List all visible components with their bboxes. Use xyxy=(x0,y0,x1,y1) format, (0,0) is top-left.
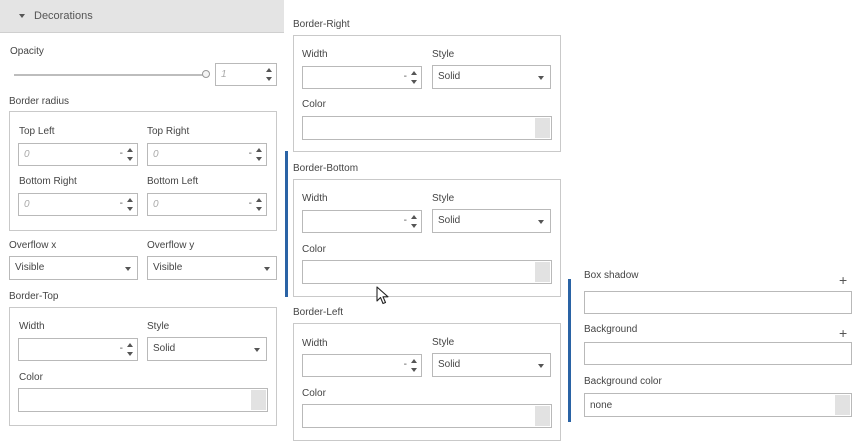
border-right-style-select[interactable]: Solid xyxy=(432,65,551,89)
bottom-right-unit: - xyxy=(119,198,123,209)
chevron-down-icon xyxy=(125,267,131,271)
border-bottom-style-select[interactable]: Solid xyxy=(432,209,551,233)
border-right-width-label: Width xyxy=(302,49,328,60)
bottom-left-input[interactable]: 0 - xyxy=(147,193,267,216)
border-left-width-input[interactable]: - xyxy=(302,354,422,377)
border-right-width-stepper[interactable] xyxy=(411,70,418,85)
bottom-left-unit: - xyxy=(248,198,252,209)
border-bottom-color-swatch[interactable] xyxy=(535,262,550,282)
bottom-left-stepper[interactable] xyxy=(256,197,263,212)
background-color-input[interactable]: none xyxy=(584,393,852,417)
border-right-width-input[interactable]: - xyxy=(302,66,422,89)
border-radius-label: Border radius xyxy=(9,96,70,107)
chevron-down-icon xyxy=(254,348,260,352)
top-left-input[interactable]: 0 - xyxy=(18,143,138,166)
border-top-label: Border-Top xyxy=(9,291,59,302)
border-top-width-unit: - xyxy=(119,343,123,354)
decorations-header-label: Decorations xyxy=(34,10,93,22)
top-left-unit: - xyxy=(119,148,123,159)
chevron-down-icon xyxy=(264,267,270,271)
opacity-slider-track[interactable] xyxy=(14,74,206,76)
chevron-down-icon xyxy=(538,220,544,224)
border-left-color-input[interactable] xyxy=(302,404,552,428)
overflow-y-label: Overflow y xyxy=(147,240,195,251)
border-left-style-value: Solid xyxy=(438,359,461,370)
box-shadow-field[interactable] xyxy=(584,291,852,314)
border-top-width-label: Width xyxy=(19,321,45,332)
border-bottom-style-value: Solid xyxy=(438,215,461,226)
border-right-color-swatch[interactable] xyxy=(535,118,550,138)
border-bottom-style-label: Style xyxy=(432,193,455,204)
background-color-value: none xyxy=(590,400,613,411)
top-right-label: Top Right xyxy=(147,126,190,137)
top-right-unit: - xyxy=(248,148,252,159)
top-left-label: Top Left xyxy=(19,126,55,137)
border-top-style-label: Style xyxy=(147,321,170,332)
border-bottom-width-stepper[interactable] xyxy=(411,214,418,229)
border-left-style-select[interactable]: Solid xyxy=(432,353,551,377)
border-right-width-unit: - xyxy=(403,71,407,82)
opacity-label: Opacity xyxy=(10,46,44,57)
top-left-stepper[interactable] xyxy=(127,147,134,162)
border-left-color-swatch[interactable] xyxy=(535,406,550,426)
border-right-color-label: Color xyxy=(302,99,326,110)
border-bottom-color-input[interactable] xyxy=(302,260,552,284)
opacity-slider-handle[interactable] xyxy=(202,70,210,78)
background-color-swatch[interactable] xyxy=(835,395,850,415)
border-right-color-input[interactable] xyxy=(302,116,552,140)
border-top-color-input[interactable] xyxy=(18,388,268,412)
opacity-stepper[interactable] xyxy=(266,67,273,82)
bottom-left-placeholder: 0 xyxy=(153,199,159,210)
add-box-shadow-button[interactable]: + xyxy=(839,273,847,287)
border-bottom-label: Border-Bottom xyxy=(293,163,359,174)
top-right-placeholder: 0 xyxy=(153,149,159,160)
border-top-width-input[interactable]: - xyxy=(18,338,138,361)
border-left-width-unit: - xyxy=(403,359,407,370)
mouse-cursor-icon xyxy=(376,286,389,305)
border-right-style-value: Solid xyxy=(438,71,461,82)
chevron-down-icon xyxy=(538,364,544,368)
border-top-style-value: Solid xyxy=(153,343,176,354)
decorations-header[interactable]: Decorations xyxy=(0,0,284,33)
top-right-input[interactable]: 0 - xyxy=(147,143,267,166)
border-top-color-label: Color xyxy=(19,372,43,383)
bottom-right-input[interactable]: 0 - xyxy=(18,193,138,216)
border-left-color-label: Color xyxy=(302,388,326,399)
border-bottom-accent-bar xyxy=(285,151,288,297)
border-right-style-label: Style xyxy=(432,49,455,60)
box-shadow-label: Box shadow xyxy=(584,270,639,281)
overflow-y-select[interactable]: Visible xyxy=(147,256,277,280)
border-top-style-select[interactable]: Solid xyxy=(147,337,267,361)
effects-accent-bar xyxy=(568,279,571,422)
bottom-right-label: Bottom Right xyxy=(19,176,77,187)
border-left-width-label: Width xyxy=(302,338,328,349)
opacity-input[interactable]: 1 xyxy=(215,63,277,86)
background-field[interactable] xyxy=(584,342,852,365)
border-left-style-label: Style xyxy=(432,337,455,348)
overflow-y-value: Visible xyxy=(153,262,183,273)
border-bottom-color-label: Color xyxy=(302,244,326,255)
background-color-label: Background color xyxy=(584,376,662,387)
border-left-width-stepper[interactable] xyxy=(411,358,418,373)
overflow-x-label: Overflow x xyxy=(9,240,57,251)
border-right-label: Border-Right xyxy=(293,19,350,30)
overflow-x-select[interactable]: Visible xyxy=(9,256,138,280)
top-right-stepper[interactable] xyxy=(256,147,263,162)
caret-down-icon xyxy=(19,14,25,18)
border-left-label: Border-Left xyxy=(293,307,344,318)
border-top-color-swatch[interactable] xyxy=(251,390,266,410)
background-label: Background xyxy=(584,324,638,335)
bottom-right-placeholder: 0 xyxy=(24,199,30,210)
border-bottom-width-input[interactable]: - xyxy=(302,210,422,233)
border-top-width-stepper[interactable] xyxy=(127,342,134,357)
border-bottom-width-label: Width xyxy=(302,193,328,204)
bottom-left-label: Bottom Left xyxy=(147,176,199,187)
add-background-button[interactable]: + xyxy=(839,326,847,340)
border-bottom-width-unit: - xyxy=(403,215,407,226)
opacity-placeholder: 1 xyxy=(221,69,227,80)
overflow-x-value: Visible xyxy=(15,262,45,273)
top-left-placeholder: 0 xyxy=(24,149,30,160)
chevron-down-icon xyxy=(538,76,544,80)
bottom-right-stepper[interactable] xyxy=(127,197,134,212)
